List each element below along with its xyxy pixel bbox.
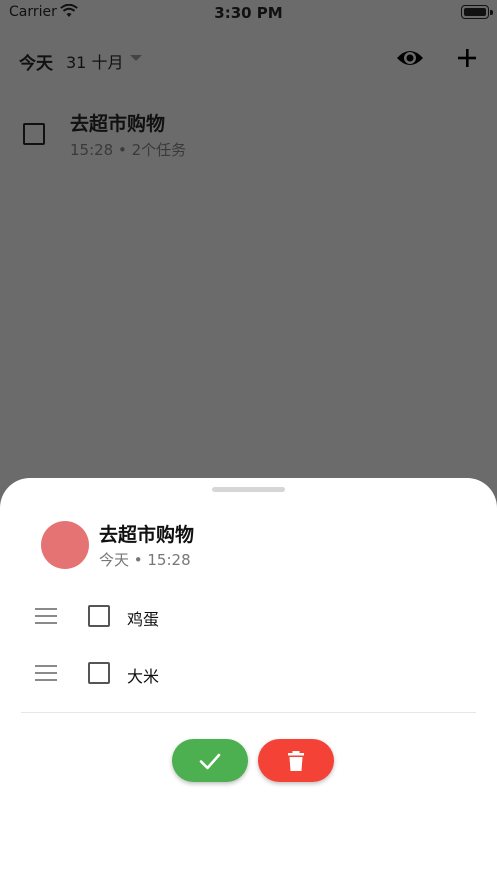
item-checkbox[interactable] <box>88 605 110 627</box>
item-label: 大米 <box>127 667 160 686</box>
item-checkbox[interactable] <box>88 662 110 684</box>
drag-handle-icon[interactable] <box>35 665 57 681</box>
caret-down-icon[interactable] <box>130 55 142 61</box>
sheet-title: 去超市购物 <box>99 524 195 546</box>
delete-button[interactable] <box>258 739 334 782</box>
top-bar: 今天 31 十月 <box>0 40 497 78</box>
trash-icon <box>288 751 304 771</box>
date-selector[interactable]: 31 十月 <box>66 49 123 73</box>
task-row[interactable]: 去超市购物 15:28 • 2个任务 <box>0 100 497 170</box>
drag-handle-icon[interactable] <box>35 608 57 624</box>
clock: 3:30 PM <box>214 4 283 22</box>
task-detail-sheet: 去超市购物 今天 • 15:28 鸡蛋 大米 <box>0 478 497 883</box>
plus-icon[interactable] <box>456 47 478 69</box>
task-color-avatar <box>41 521 89 569</box>
sheet-drag-handle[interactable] <box>212 487 285 492</box>
today-label: 今天 <box>19 54 53 74</box>
divider <box>21 712 476 713</box>
battery-tip <box>490 10 493 15</box>
sheet-subtitle: 今天 • 15:28 <box>99 551 191 569</box>
eye-icon[interactable] <box>396 47 424 69</box>
check-icon <box>199 753 221 770</box>
checklist-item: 大米 <box>0 649 497 699</box>
complete-button[interactable] <box>172 739 248 782</box>
item-label: 鸡蛋 <box>127 610 160 629</box>
task-meta: 15:28 • 2个任务 <box>70 141 187 159</box>
status-bar: Carrier 3:30 PM <box>0 0 497 26</box>
task-title: 去超市购物 <box>70 113 166 135</box>
checklist-item: 鸡蛋 <box>0 592 497 642</box>
task-checkbox[interactable] <box>23 123 45 145</box>
battery-icon <box>461 5 489 19</box>
